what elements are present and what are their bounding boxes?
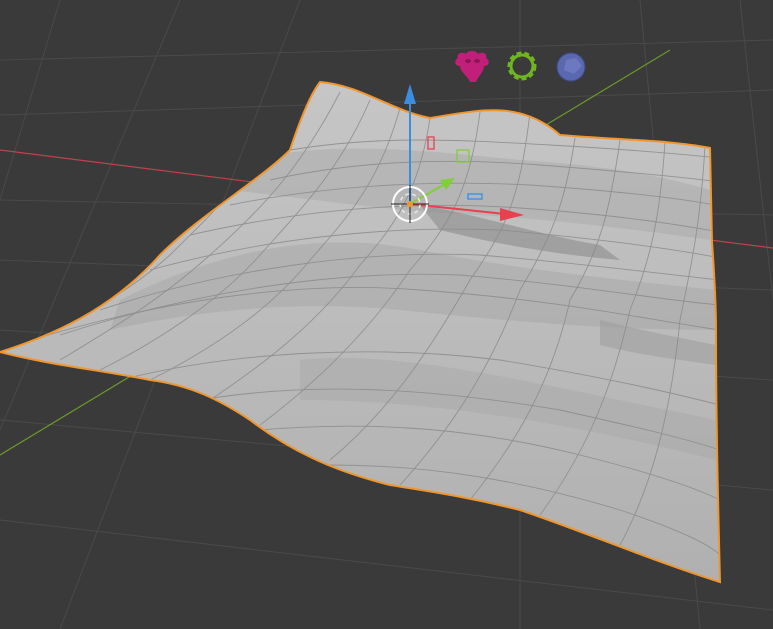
overlay-icons xyxy=(452,46,592,90)
monkey-icon[interactable] xyxy=(452,46,492,86)
gear-icon[interactable] xyxy=(502,46,542,86)
3d-viewport[interactable] xyxy=(0,0,773,629)
viewport-scene[interactable] xyxy=(0,0,773,629)
sphere-icon[interactable] xyxy=(552,46,592,86)
object-origin xyxy=(407,201,413,207)
plane-mesh[interactable] xyxy=(0,80,722,584)
z-arrow-head[interactable] xyxy=(404,84,416,104)
